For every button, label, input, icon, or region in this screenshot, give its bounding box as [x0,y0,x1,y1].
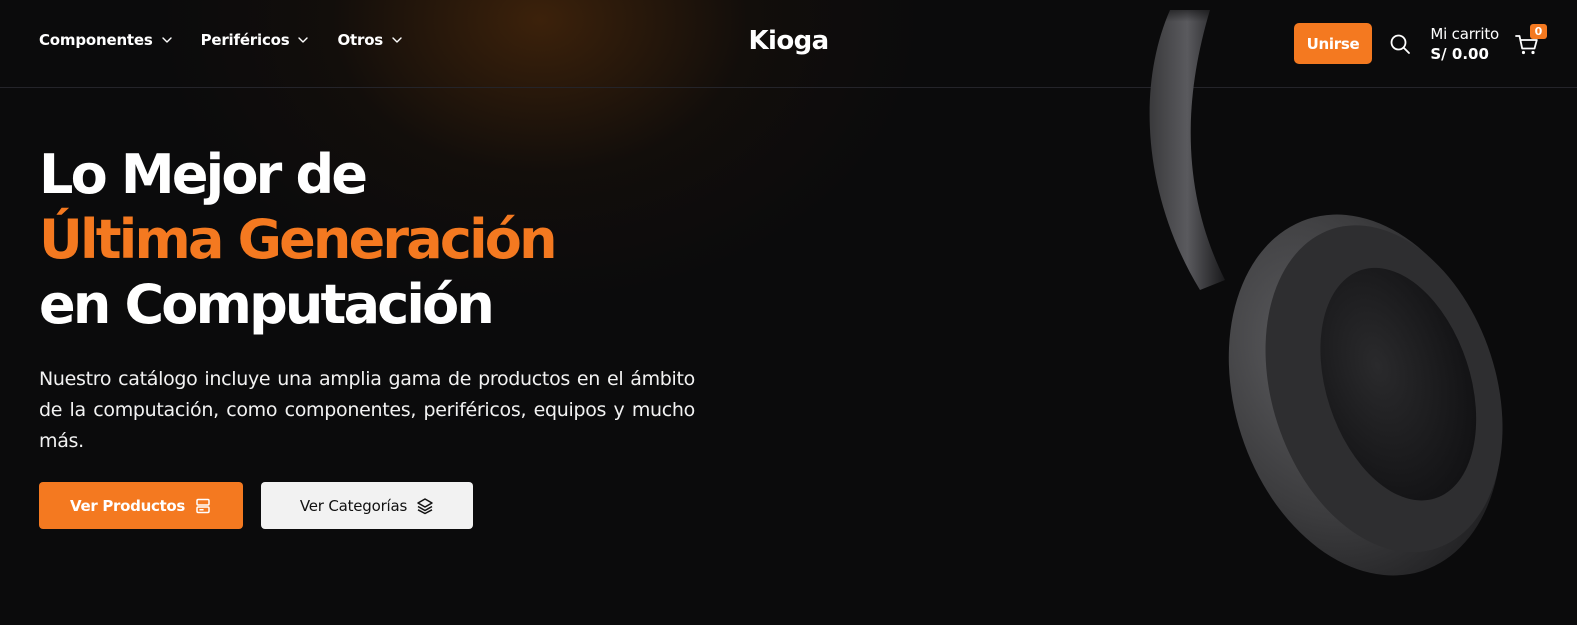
view-categories-label: Ver Categorías [299,496,408,515]
view-products-label: Ver Productos [69,496,186,515]
nav-item-otros[interactable]: Otros [337,31,403,49]
chevron-down-icon [298,37,309,43]
brand-logo[interactable]: Kioga [700,26,877,56]
main-nav: Componentes Periféricos Otros [39,31,403,49]
nav-item-componentes[interactable]: Componentes [39,31,173,49]
hero-title: Lo Mejor de Última Generación en Computa… [39,142,558,337]
view-products-button[interactable]: Ver Productos [39,482,243,529]
nav-item-perifericos[interactable]: Periféricos [201,31,310,49]
layers-icon [417,497,433,514]
hero-title-line-2: Última Generación [39,208,558,271]
hero-description: Nuestro catálogo incluye una amplia gama… [39,368,695,452]
chevron-down-icon [392,37,402,43]
hdd-icon [196,498,210,513]
chevron-down-icon [161,37,172,43]
nav-item-label: Otros [337,31,384,49]
hero-title-line-1: Lo Mejor de [39,143,368,206]
hero-title-line-3: en Computación [39,273,495,336]
nav-item-label: Componentes [39,31,153,49]
view-categories-button[interactable]: Ver Categorías [261,482,473,529]
cart-count-badge: 0 [1530,23,1547,39]
headphones-image [1100,0,1503,576]
nav-item-label: Periféricos [200,31,290,49]
